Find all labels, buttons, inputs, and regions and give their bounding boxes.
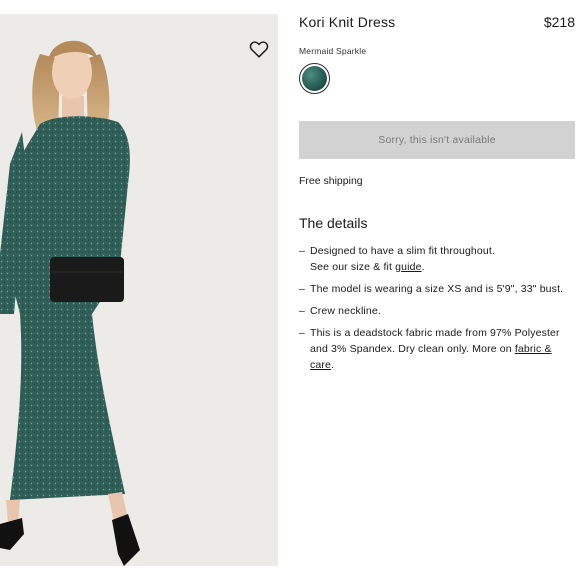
color-name-label: Mermaid Sparkle — [299, 46, 367, 56]
details-list: Designed to have a slim fit throughout. … — [299, 243, 575, 373]
product-info-panel: Kori Knit Dress $218 Mermaid Sparkle Sor… — [299, 14, 575, 379]
product-photo — [0, 14, 278, 566]
details-heading: The details — [299, 215, 368, 231]
color-swatch-mermaid-sparkle[interactable] — [299, 63, 330, 94]
shipping-info: Free shipping — [299, 175, 363, 187]
size-fit-guide-link[interactable]: guide — [395, 261, 421, 273]
detail-item-model-size: The model is wearing a size XS and is 5'… — [299, 281, 575, 297]
unavailable-button[interactable]: Sorry, this isn't available — [299, 121, 575, 159]
model-image — [0, 40, 140, 566]
swatch-fill — [302, 66, 327, 91]
title-row: Kori Knit Dress $218 — [299, 14, 575, 36]
detail-fit-end: . — [421, 261, 425, 273]
detail-item-fit: Designed to have a slim fit throughout. … — [299, 243, 575, 275]
detail-fit-text: Designed to have a slim fit throughout. — [310, 245, 496, 257]
detail-item-fabric: This is a deadstock fabric made from 97%… — [299, 325, 575, 373]
product-price: $218 — [543, 14, 575, 30]
detail-fabric-end: . — [331, 359, 335, 371]
detail-fit-guide-text: See our size & fit — [310, 261, 396, 273]
product-title: Kori Knit Dress — [299, 14, 396, 30]
detail-item-neckline: Crew neckline. — [299, 303, 575, 319]
heart-outline-icon[interactable] — [248, 38, 270, 60]
